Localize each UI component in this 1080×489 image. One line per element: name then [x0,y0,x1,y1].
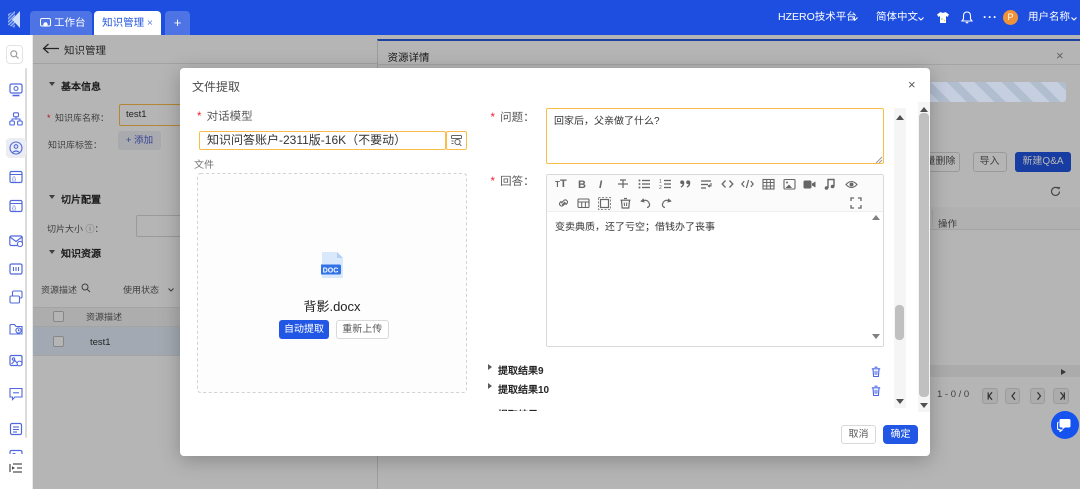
svg-text:{}: {} [12,177,16,183]
svg-text:2: 2 [659,185,662,190]
svg-text:{}: {} [12,206,16,212]
svg-text:T: T [560,178,567,190]
svg-text:B: B [578,179,586,190]
svg-text:I: I [599,179,603,190]
svg-text:DOC: DOC [323,268,339,275]
